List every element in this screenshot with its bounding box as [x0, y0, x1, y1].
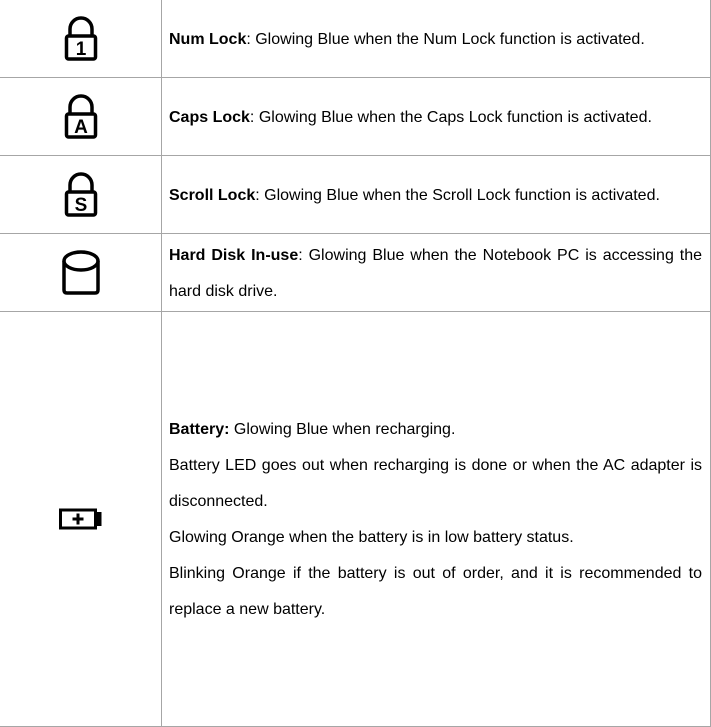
icon-cell: A — [0, 76, 162, 156]
caps-lock-desc: Glowing Blue when the Caps Lock function… — [258, 108, 652, 126]
description-cell: Num Lock: Glowing Blue when the Num Lock… — [161, 0, 711, 78]
table-row: A Caps Lock: Glowing Blue when the Caps … — [0, 76, 711, 156]
row-paragraph: Caps Lock: Glowing Blue when the Caps Lo… — [169, 100, 702, 136]
num-lock-title: Num Lock — [169, 30, 247, 48]
description-cell: Scroll Lock: Glowing Blue when the Scrol… — [161, 154, 711, 234]
icon-cell: S — [0, 154, 162, 234]
title-separator: : — [255, 186, 265, 204]
hard-disk-icon — [61, 250, 100, 295]
caps-lock-icon-char: A — [74, 117, 88, 138]
battery-title: Battery: — [169, 421, 230, 439]
title-separator: : — [246, 30, 256, 48]
scroll-lock-icon-char: S — [74, 195, 87, 216]
title-separator: : — [249, 108, 259, 126]
hard-disk-title: Hard Disk In-use — [169, 246, 299, 264]
battery-desc: Glowing Blue when recharging. — [233, 421, 456, 439]
caps-lock-title: Caps Lock — [169, 108, 250, 126]
icon-cell — [0, 310, 162, 727]
caps-lock-icon: A — [64, 94, 97, 139]
scroll-lock-icon: S — [64, 172, 97, 217]
scroll-lock-title: Scroll Lock — [169, 186, 256, 204]
icon-cell — [0, 232, 162, 312]
battery-desc-2: Battery LED goes out when recharging is … — [169, 457, 702, 511]
description-cell: Hard Disk In-use: Glowing Blue when the … — [161, 232, 711, 312]
title-separator: : — [298, 246, 309, 264]
row-paragraph: Scroll Lock: Glowing Blue when the Scrol… — [169, 178, 702, 214]
num-lock-icon-char: 1 — [75, 39, 86, 60]
description-cell: Battery: Glowing Blue when recharging. B… — [161, 310, 711, 727]
icon-cell: 1 — [0, 0, 162, 78]
row-paragraph: Num Lock: Glowing Blue when the Num Lock… — [169, 22, 702, 58]
num-lock-desc: Glowing Blue when the Num Lock function … — [255, 30, 645, 48]
description-cell: Caps Lock: Glowing Blue when the Caps Lo… — [161, 76, 711, 156]
table-row: S Scroll Lock: Glowing Blue when the Scr… — [0, 154, 711, 234]
table-row: Hard Disk In-use: Glowing Blue when the … — [0, 232, 711, 312]
led-indicator-table: 1 Num Lock: Glowing Blue when the Num Lo… — [0, 0, 711, 727]
battery-desc-4: Blinking Orange if the battery is out of… — [169, 565, 702, 619]
table-row: 1 Num Lock: Glowing Blue when the Num Lo… — [0, 0, 711, 78]
table-row: Battery: Glowing Blue when recharging. B… — [0, 310, 711, 727]
battery-icon — [58, 508, 101, 530]
battery-desc-3: Glowing Orange when the battery is in lo… — [169, 529, 574, 547]
num-lock-icon: 1 — [64, 16, 97, 61]
row-paragraph: Hard Disk In-use: Glowing Blue when the … — [169, 238, 702, 310]
scroll-lock-desc: Glowing Blue when the Scroll Lock functi… — [264, 186, 660, 204]
row-paragraph: Battery: Glowing Blue when recharging. — [169, 412, 702, 448]
